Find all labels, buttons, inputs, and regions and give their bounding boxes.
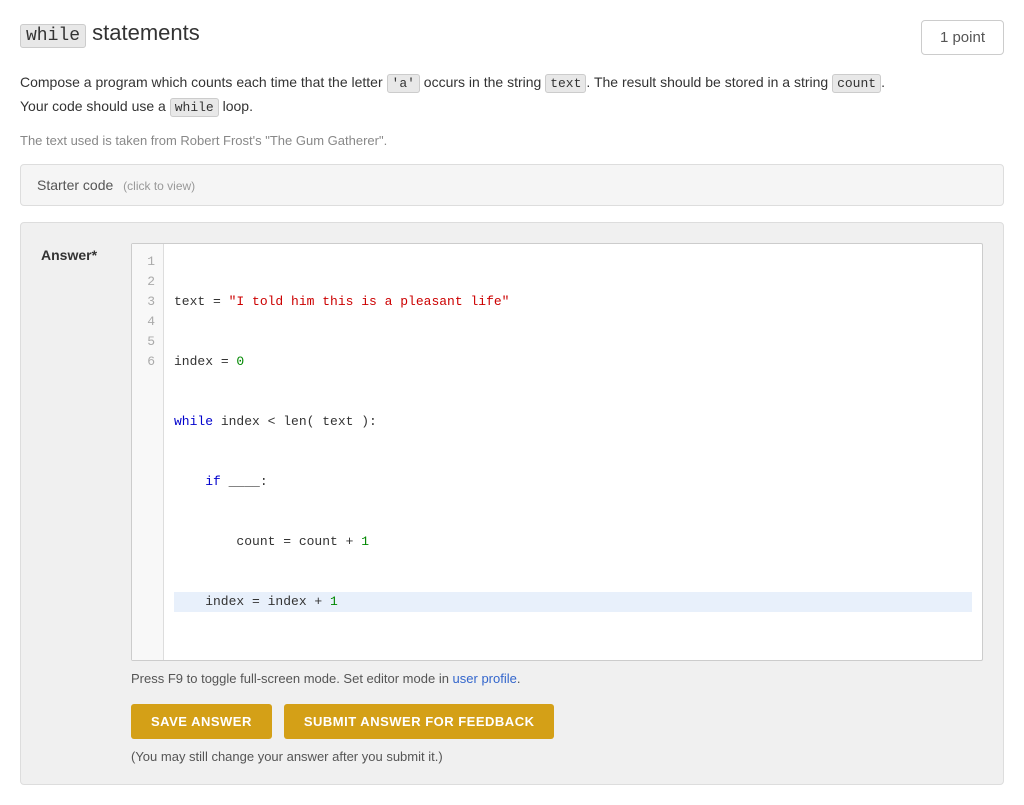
line-num-6: 6 [140,352,155,372]
title-code: while [20,24,86,48]
while-code: while [170,98,219,117]
page-title: while statements [20,20,200,46]
description-line1: Compose a program which counts each time… [20,71,1004,119]
line-num-4: 4 [140,312,155,332]
line-num-1: 1 [140,252,155,272]
user-profile-link[interactable]: user profile [453,671,517,686]
line-num-3: 3 [140,292,155,312]
points-badge: 1 point [921,20,1004,55]
answer-row: Answer* 1 2 3 4 5 6 text = "I told him t… [41,243,983,661]
page-wrapper: while statements 1 point Compose a progr… [20,20,1004,785]
starter-code-label: Starter code [37,177,113,193]
code-line-2: index = 0 [174,352,972,372]
answer-label: Answer* [41,243,111,263]
code-line-6: index = index + 1 [174,592,972,612]
count-code: count [832,74,881,93]
letter-code: 'a' [387,74,420,93]
text-code: text [545,74,586,93]
code-line-4: if ____: [174,472,972,492]
answer-section: Answer* 1 2 3 4 5 6 text = "I told him t… [20,222,1004,785]
line-num-2: 2 [140,272,155,292]
code-line-5: count = count + 1 [174,532,972,552]
source-text: The text used is taken from Robert Frost… [20,133,1004,148]
code-line-3: while index < len( text ): [174,412,972,432]
editor-hint: Press F9 to toggle full-screen mode. Set… [131,671,983,686]
save-answer-button[interactable]: SAVE ANSWER [131,704,272,739]
code-line-1: text = "I told him this is a pleasant li… [174,292,972,312]
starter-code-bar[interactable]: Starter code (click to view) [20,164,1004,206]
title-row: while statements 1 point [20,20,1004,55]
submit-answer-button[interactable]: SUBMIT ANSWER FOR FEEDBACK [284,704,555,739]
code-content[interactable]: text = "I told him this is a pleasant li… [164,244,982,660]
button-row: SAVE ANSWER SUBMIT ANSWER FOR FEEDBACK [131,704,983,739]
code-editor-inner: 1 2 3 4 5 6 text = "I told him this is a… [132,244,982,660]
starter-code-hint: (click to view) [123,179,195,193]
line-numbers: 1 2 3 4 5 6 [132,244,164,660]
line-num-5: 5 [140,332,155,352]
after-submit-note: (You may still change your answer after … [131,749,983,764]
code-editor[interactable]: 1 2 3 4 5 6 text = "I told him this is a… [131,243,983,661]
